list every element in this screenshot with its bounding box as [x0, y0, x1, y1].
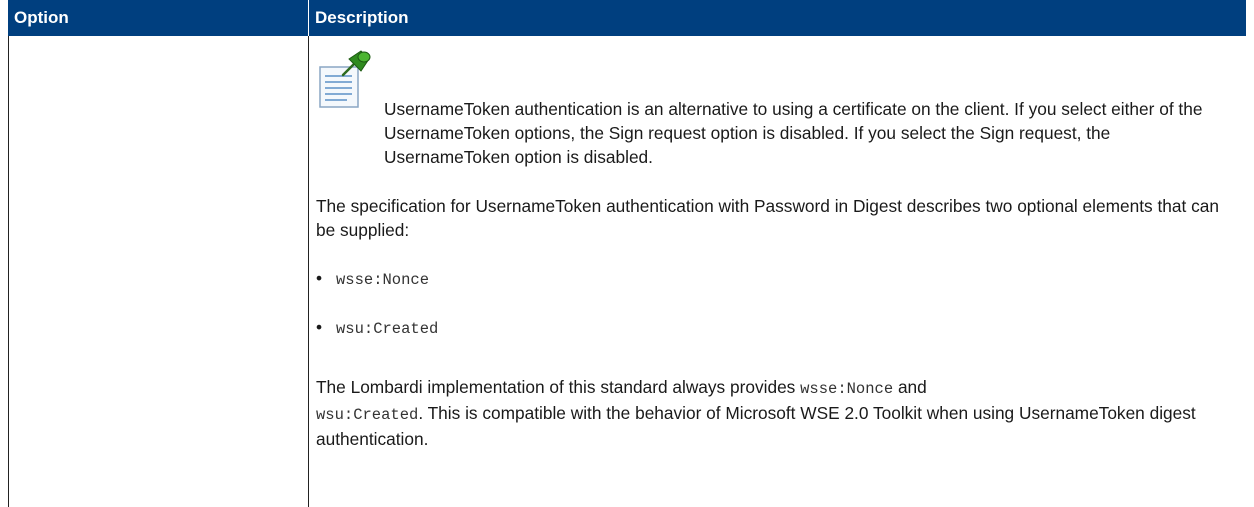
list-item: • wsse:Nonce [316, 266, 429, 292]
note-text: UsernameToken authentication is an alter… [384, 99, 1203, 167]
inline-code: wsu:Created [316, 406, 419, 424]
text-run: and [893, 377, 927, 397]
text-run: . This is compatible with the behavior o… [316, 403, 1196, 449]
inline-code: wsse:Nonce [800, 380, 894, 398]
bullet-dot: • [316, 268, 323, 288]
bullet-code: wsu:Created [336, 320, 439, 338]
header-option: Option [14, 8, 69, 27]
table-header: Option Description [8, 0, 1246, 36]
text-run: The Lombardi implementation of this stan… [316, 377, 801, 397]
list-item: • wsu:Created [316, 315, 438, 341]
header-description: Description [315, 8, 409, 27]
options-table: Option Description UsernameToken authent… [8, 0, 1246, 507]
bullet-code: wsse:Nonce [336, 271, 430, 289]
bullet-dot: • [316, 317, 323, 337]
pushpin-note-icon [319, 50, 371, 108]
table-left-border [8, 36, 9, 507]
spec-paragraph: The specification for UsernameToken auth… [316, 196, 1219, 240]
implementation-paragraph: The Lombardi implementation of this stan… [316, 375, 1241, 451]
column-divider [308, 36, 309, 507]
